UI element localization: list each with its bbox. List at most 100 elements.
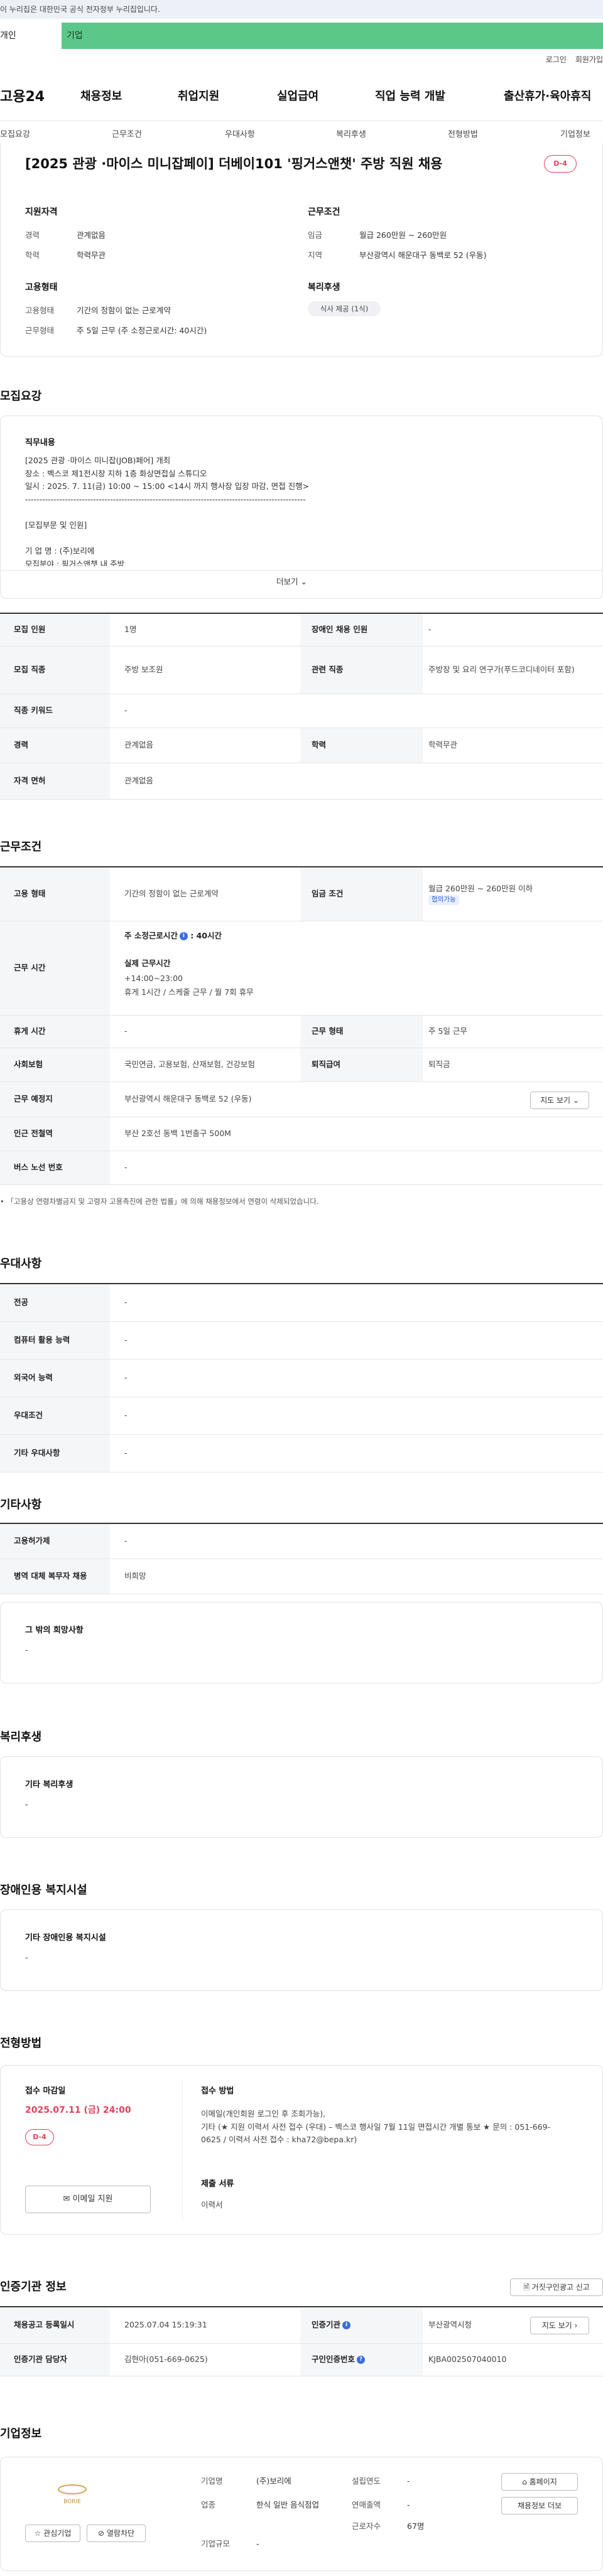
favorite-company-button[interactable]: ☆ 관심기업 bbox=[25, 2525, 80, 2542]
info-icon[interactable]: i bbox=[342, 2321, 351, 2329]
home-icon: ⌂ bbox=[522, 2477, 527, 2486]
deadline-heading: 접수 마감일 bbox=[25, 2086, 66, 2096]
gnb-item-employment[interactable]: 취업지원 bbox=[178, 88, 219, 105]
row-value: - bbox=[124, 1448, 128, 1458]
weekly-hours-value: : 40시간 bbox=[190, 931, 222, 940]
row-label: 사회보험 bbox=[0, 1048, 110, 1081]
weekly-hours-label: 주 소정근로시간 bbox=[124, 931, 178, 940]
homepage-button[interactable]: ⌂ 홈페이지 bbox=[501, 2473, 578, 2491]
tab-condition[interactable]: 근무조건 bbox=[112, 129, 142, 141]
duty-heading: 직무내용 bbox=[25, 438, 55, 448]
tab-company[interactable]: 기업 bbox=[62, 23, 603, 49]
star-icon: ☆ bbox=[34, 2529, 41, 2538]
age-notice: • 「고용상 연령차별금지 및 고령자 고용촉진에 관한 법률」에 의해 채용정… bbox=[0, 1197, 319, 1206]
block-view-button[interactable]: ⊘ 열람차단 bbox=[87, 2525, 146, 2542]
welfare-card bbox=[0, 1756, 603, 1838]
tab-welfare[interactable]: 복리후생 bbox=[336, 129, 366, 141]
more-button[interactable]: 더보기 ⌄ bbox=[276, 576, 307, 588]
job-title: [2025 관광 ·마이스 미니잡페이] 더베이101 '핑거스앤챗' 주방 직… bbox=[25, 156, 443, 171]
row-label: 구인인증번호? bbox=[300, 2344, 423, 2376]
table-row: 경력 관계없음 학력 학력무관 bbox=[0, 728, 603, 763]
table-row: 고용 형태 기간의 정함이 없는 근로계약 임금 조건 월급 260만원 ~ 2… bbox=[0, 867, 603, 921]
report-button[interactable]: 🗎 거짓구인광고 신고 bbox=[510, 2278, 603, 2296]
section-title-welfare: 복리후생 bbox=[0, 1731, 42, 1744]
tab-screening[interactable]: 전형방법 bbox=[448, 129, 478, 141]
docs-value: 이력서 bbox=[201, 2200, 223, 2209]
row-label: 버스 노선 번호 bbox=[0, 1151, 110, 1184]
found-label: 설립연도 bbox=[352, 2476, 381, 2486]
login-link[interactable]: 로그인 bbox=[546, 55, 567, 64]
row-value: - bbox=[124, 1162, 128, 1173]
signup-link[interactable]: 회원가입 bbox=[575, 55, 603, 64]
more-jobs-button[interactable]: 채용정보 더보 bbox=[501, 2497, 578, 2514]
company-logo-text: BORIE bbox=[63, 2499, 81, 2505]
gnb-item-jobs[interactable]: 채용정보 bbox=[80, 88, 122, 105]
gov-banner: 이 누리집은 대한민국 공식 전자정부 누리집입니다. bbox=[0, 0, 603, 19]
gnb-item-unemployment[interactable]: 실업급여 bbox=[277, 88, 318, 105]
deadline-value: 2025.07.11 (금) 24:00 bbox=[25, 2105, 131, 2115]
row-value: 관계없음 bbox=[124, 740, 154, 750]
docs-heading: 제출 서류 bbox=[201, 2179, 234, 2189]
gnb-item-leave[interactable]: 출산휴가·육아휴직 bbox=[504, 88, 591, 105]
row-label: 외국어 능력 bbox=[0, 1360, 110, 1397]
row-value: 퇴직금 bbox=[428, 1060, 450, 1070]
tab-recruit[interactable]: 모집요강 bbox=[0, 129, 30, 141]
deadline-dday-badge: D-4 bbox=[25, 2129, 54, 2145]
row-label: 근무 예정지 bbox=[0, 1082, 110, 1117]
row-label: 인증기관 담당자 bbox=[0, 2344, 110, 2376]
tab-prefer[interactable]: 우대사항 bbox=[225, 129, 255, 141]
tab-company[interactable]: 기업정보 bbox=[560, 129, 590, 141]
row-label: 근무 시간 bbox=[0, 921, 110, 1015]
agency-map-label: 지도 보기 bbox=[541, 2321, 572, 2330]
table-row: 고용허가제 - bbox=[0, 1524, 603, 1559]
info-icon[interactable]: ? bbox=[357, 2356, 366, 2364]
row-label: 채용공고 등록일시 bbox=[0, 2307, 110, 2343]
row-value: 1명 bbox=[124, 625, 137, 635]
site-logo[interactable]: 고용24 bbox=[0, 87, 45, 107]
emp-type-label: 고용형태 bbox=[25, 306, 55, 315]
cond-heading: 근무조건 bbox=[308, 207, 340, 217]
chevron-down-icon: ⌄ bbox=[572, 1096, 579, 1105]
employees-value: 67명 bbox=[407, 2521, 425, 2531]
age-notice-text: 「고용상 연령차별금지 및 고령자 고용촉진에 관한 법률」에 의해 채용정보에… bbox=[6, 1197, 319, 1206]
emp-heading: 고용형태 bbox=[25, 282, 58, 292]
block-label: 열람차단 bbox=[106, 2529, 135, 2538]
company-name: (주)보리에 bbox=[256, 2476, 291, 2486]
row-value: 주 5일 근무 bbox=[428, 1026, 467, 1036]
more-jobs-label: 채용정보 더보 bbox=[517, 2501, 562, 2510]
career-label: 경력 bbox=[25, 230, 40, 240]
sales-label: 연매출액 bbox=[352, 2500, 381, 2509]
report-button-label: 거짓구인광고 신고 bbox=[531, 2283, 590, 2292]
agency-map-button[interactable]: 지도 보기 › bbox=[530, 2317, 589, 2334]
email-apply-button[interactable]: ✉ 이메일 지원 bbox=[25, 2186, 151, 2213]
document-icon: 🗎 bbox=[523, 2283, 530, 2292]
gnb-item-training[interactable]: 직업 능력 개발 bbox=[375, 88, 445, 105]
tab-personal[interactable]: 개인 bbox=[0, 23, 62, 49]
row-label: 근무 형태 bbox=[300, 1016, 423, 1048]
other-card bbox=[0, 1602, 603, 1683]
method-heading: 접수 방법 bbox=[201, 2086, 234, 2096]
row-value: 2025.07.04 15:19:31 bbox=[124, 2320, 207, 2330]
info-icon[interactable]: i bbox=[179, 932, 188, 940]
company-logo-icon: BORIE bbox=[58, 2484, 87, 2505]
gov-banner-text: 이 누리집은 대한민국 공식 전자정부 누리집입니다. bbox=[0, 5, 160, 14]
edu-label: 학력 bbox=[25, 250, 40, 260]
table-row: 채용공고 등록일시 2025.07.04 15:19:31 인증기관 i 부산광역… bbox=[0, 2307, 603, 2344]
weekly-hours: 주 소정근로시간 i : 40시간 bbox=[124, 930, 222, 942]
row-label: 고용 형태 bbox=[0, 867, 110, 921]
row-label: 경력 bbox=[0, 728, 110, 763]
industry-value: 한식 일반 음식점업 bbox=[256, 2500, 319, 2509]
row-label: 기타 우대사항 bbox=[0, 1435, 110, 1472]
map-button[interactable]: 지도 보기 ⌄ bbox=[530, 1092, 589, 1109]
chevron-down-icon: ⌄ bbox=[300, 577, 307, 586]
row-value: 관계없음 bbox=[124, 776, 154, 786]
table-row: 전공 - bbox=[0, 1284, 603, 1322]
table-row: 모집 직종 주방 보조원 관련 직종 주방장 및 요리 연구가(푸드코디네이터 … bbox=[0, 647, 603, 694]
table-row: 인근 전철역 부산 2호선 동백 1번출구 500M bbox=[0, 1117, 603, 1151]
welfare-pill: 식사 제공 (1식) bbox=[308, 301, 381, 316]
map-button-label: 지도 보기 bbox=[540, 1096, 571, 1105]
row-value: 주방 보조원 bbox=[124, 665, 163, 675]
table-row: 컴퓨터 활용 능력 - bbox=[0, 1322, 603, 1360]
career-value: 관계없음 bbox=[77, 230, 106, 240]
row-value: - bbox=[124, 1536, 128, 1546]
